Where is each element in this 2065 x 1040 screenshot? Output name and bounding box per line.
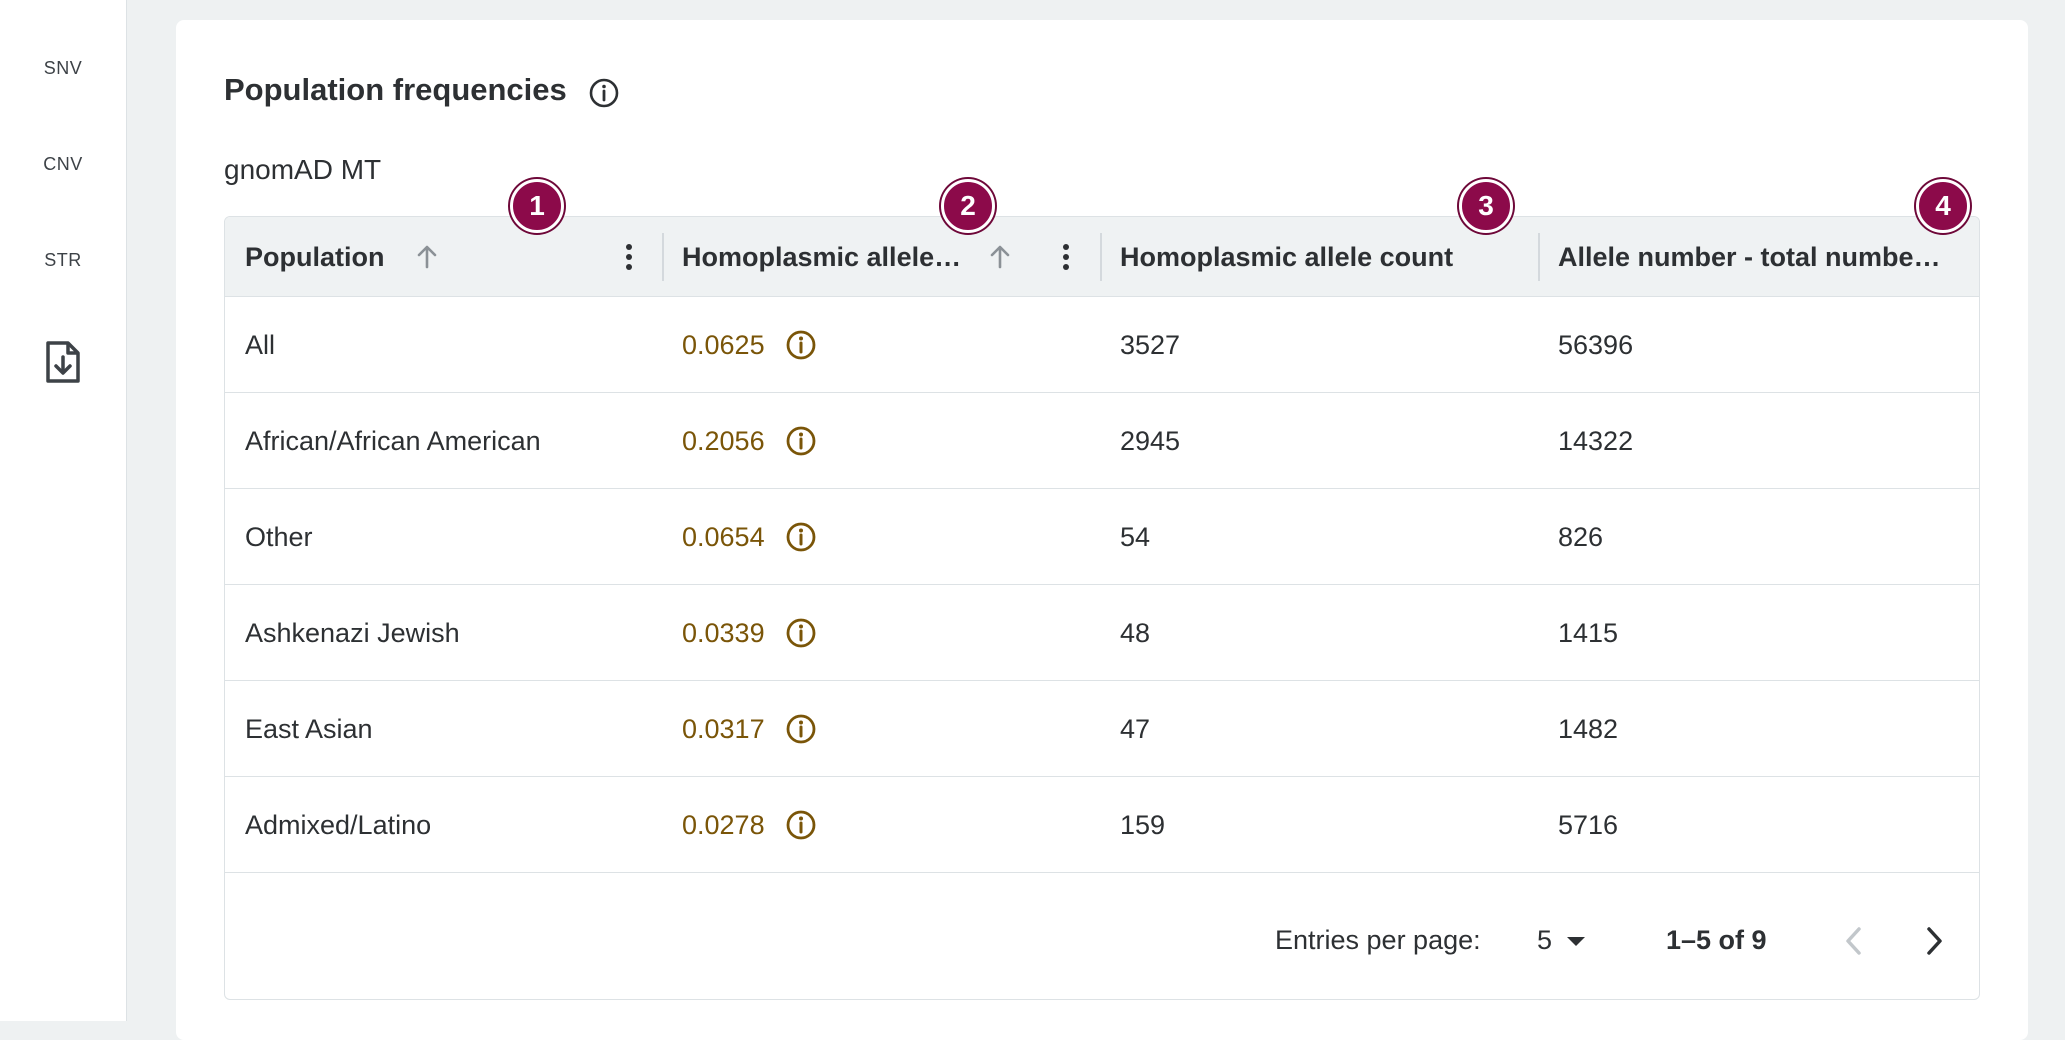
- cell-population: East Asian: [245, 713, 373, 744]
- cell-population: All: [245, 329, 276, 360]
- frequency-value: 0.0317: [682, 713, 765, 744]
- sidebar-item-str[interactable]: STR: [0, 250, 126, 271]
- cell-frequency: 0.0339: [682, 585, 817, 681]
- cell-allele-number: 5716: [1558, 809, 1619, 840]
- info-icon[interactable]: [785, 425, 817, 457]
- annotation-badge-1: 1: [510, 179, 564, 233]
- sidebar-item-cnv[interactable]: CNV: [0, 154, 126, 175]
- info-icon[interactable]: [785, 329, 817, 361]
- sidebar: SNV CNV STR: [0, 0, 127, 1021]
- pagination-range: 1–5 of 9: [1666, 925, 1767, 955]
- cell-count: 48: [1120, 617, 1151, 648]
- cell-frequency: 0.0317: [682, 681, 817, 777]
- column-header-population[interactable]: Population: [245, 217, 395, 297]
- table-row: African/African American 0.2056 2945 143…: [225, 393, 1979, 489]
- column-header-allele-number[interactable]: Allele number - total numbe…: [1558, 217, 1964, 297]
- card-title: Population frequencies: [224, 72, 567, 107]
- population-frequencies-card: Population frequencies gnomAD MT Populat…: [176, 20, 2028, 1040]
- cell-count: 2945: [1120, 425, 1181, 456]
- frequency-value: 0.0654: [682, 521, 765, 552]
- cell-allele-number: 1482: [1558, 713, 1619, 744]
- data-source-label: gnomAD MT: [224, 154, 382, 185]
- cell-frequency: 0.0654: [682, 489, 817, 585]
- frequency-value: 0.0625: [682, 329, 765, 360]
- column-menu-icon[interactable]: [1059, 241, 1073, 273]
- annotation-badge-2: 2: [941, 179, 995, 233]
- cell-allele-number: 14322: [1558, 425, 1634, 456]
- sidebar-item-snv[interactable]: SNV: [0, 58, 126, 79]
- table-row: All 0.0625 3527 56396: [225, 297, 1979, 393]
- info-icon[interactable]: [785, 713, 817, 745]
- cell-frequency: 0.2056: [682, 393, 817, 489]
- file-download-icon[interactable]: [44, 340, 82, 384]
- column-header-homoplasmic-frequency[interactable]: Homoplasmic allele…: [682, 217, 982, 297]
- cell-population: African/African American: [245, 425, 541, 456]
- entries-per-page-label: Entries per page:: [1275, 925, 1481, 955]
- cell-count: 3527: [1120, 329, 1181, 360]
- table-row: Ashkenazi Jewish 0.0339 48 1415: [225, 585, 1979, 681]
- next-page-button[interactable]: [1919, 923, 1949, 959]
- table-row: East Asian 0.0317 47 1482: [225, 681, 1979, 777]
- cell-frequency: 0.0278: [682, 777, 817, 873]
- cell-allele-number: 56396: [1558, 329, 1634, 360]
- column-header-homoplasmic-count[interactable]: Homoplasmic allele count: [1120, 217, 1520, 297]
- column-menu-icon[interactable]: [622, 241, 636, 273]
- cell-count: 54: [1120, 521, 1151, 552]
- cell-allele-number: 826: [1558, 521, 1604, 552]
- cell-population: Admixed/Latino: [245, 809, 432, 840]
- annotation-badge-4: 4: [1916, 179, 1970, 233]
- info-icon[interactable]: [785, 521, 817, 553]
- cell-count: 159: [1120, 809, 1166, 840]
- info-icon[interactable]: [785, 617, 817, 649]
- population-table: Population Homoplasmic allele… Homoplasm…: [224, 216, 1980, 1000]
- table-row: Other 0.0654 54 826: [225, 489, 1979, 585]
- table-row: Admixed/Latino 0.0278 159 5716: [225, 777, 1979, 873]
- previous-page-button[interactable]: [1839, 923, 1869, 959]
- entries-per-page-value: 5: [1537, 925, 1553, 955]
- sort-arrow-up-icon[interactable]: [986, 243, 1014, 271]
- column-divider[interactable]: [1538, 233, 1540, 281]
- column-divider[interactable]: [1100, 233, 1102, 281]
- info-icon[interactable]: [785, 809, 817, 841]
- column-divider[interactable]: [662, 233, 664, 281]
- cell-allele-number: 1415: [1558, 617, 1619, 648]
- cell-population: Other: [245, 521, 313, 552]
- sort-arrow-up-icon[interactable]: [413, 243, 441, 271]
- cell-population: Ashkenazi Jewish: [245, 617, 460, 648]
- annotation-badge-3: 3: [1459, 179, 1513, 233]
- cell-count: 47: [1120, 713, 1151, 744]
- cell-frequency: 0.0625: [682, 297, 817, 393]
- frequency-value: 0.0339: [682, 617, 765, 648]
- caret-down-icon: [1567, 937, 1585, 946]
- table-header: Population Homoplasmic allele… Homoplasm…: [225, 217, 1979, 297]
- entries-per-page-select[interactable]: 5: [1537, 925, 1599, 956]
- table-pagination: Entries per page: 5 1–5 of 9: [225, 889, 1979, 999]
- frequency-value: 0.2056: [682, 425, 765, 456]
- info-icon[interactable]: [588, 77, 620, 109]
- frequency-value: 0.0278: [682, 809, 765, 840]
